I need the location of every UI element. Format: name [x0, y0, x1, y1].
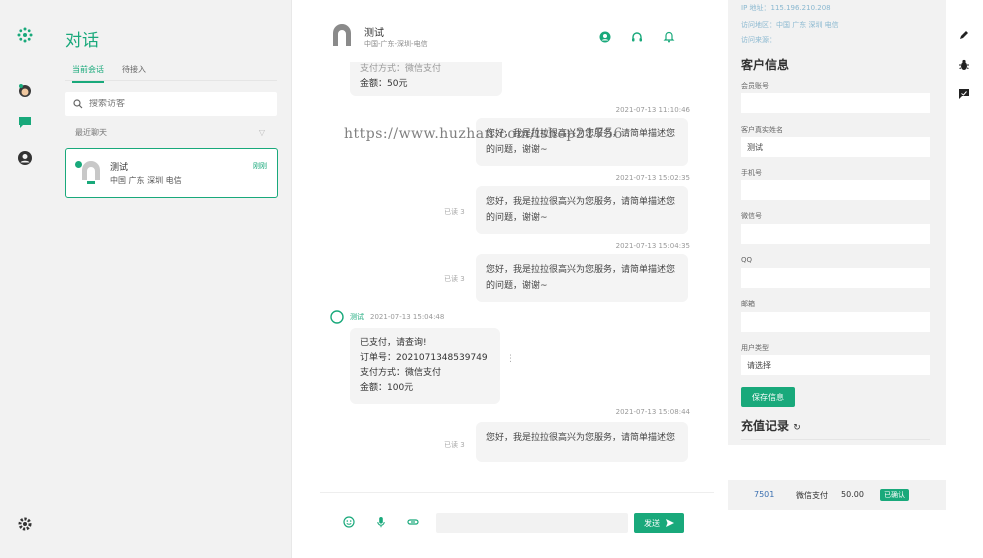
- bug-icon[interactable]: [956, 57, 972, 73]
- qq-field[interactable]: [741, 268, 930, 288]
- chat-header: 测试 中国-广东-深圳-电信: [292, 0, 722, 62]
- message-input-bar: 发送: [320, 492, 714, 536]
- wechat-field[interactable]: [741, 224, 930, 244]
- field-label: 邮箱: [741, 300, 755, 308]
- conversation-item[interactable]: 测试 中国 广东 深圳 电信 刚刚: [65, 148, 278, 198]
- user-avatar-icon: [330, 310, 344, 324]
- section-title-customer-info: 客户信息: [741, 58, 790, 72]
- message-time: 2021-07-13 15:08:44: [615, 408, 690, 416]
- avatar[interactable]: [14, 79, 36, 101]
- message-line: 支付方式：微信支付: [360, 64, 442, 74]
- email-field[interactable]: [741, 312, 930, 332]
- recharge-id[interactable]: 7501: [754, 490, 774, 499]
- recharge-title: 充值记录: [741, 419, 790, 433]
- chat-contact-name: 测试: [364, 28, 384, 39]
- field-label: QQ: [741, 256, 753, 264]
- search-icon: [73, 99, 83, 109]
- field-label: 微信号: [741, 212, 762, 220]
- message-time: 2021-07-13 15:04:48: [370, 313, 445, 321]
- conversation-list-panel: 对话 当前会话 待接入 最近聊天 ▽ 测试 中国 广东 深圳 电信 刚刚: [50, 0, 292, 558]
- message-bubble-outgoing: 您好，我是拉拉很高兴为您服务，请简单描述您: [476, 422, 688, 462]
- comment-icon[interactable]: [956, 86, 972, 102]
- chat-panel: 测试 中国-广东-深圳-电信 支付方式：微信支付 金额：50元 2021-07-…: [292, 0, 722, 558]
- recharge-method: 微信支付: [796, 491, 828, 500]
- conversation-time-badge: 刚刚: [253, 162, 267, 170]
- field-label: 手机号: [741, 169, 762, 177]
- recharge-amount: 50.00: [841, 490, 864, 499]
- message-input[interactable]: [436, 513, 628, 533]
- message-sender: 测试 2021-07-13 15:04:48: [330, 310, 444, 324]
- read-receipt: 已读 3: [444, 208, 465, 216]
- message-bubble-outgoing: 您好，我是拉拉很高兴为您服务，请简单描述您的问题，谢谢~: [476, 254, 688, 302]
- user-avatar-icon: [82, 161, 100, 184]
- send-button[interactable]: 发送: [634, 513, 684, 533]
- field-label: 客户真实姓名: [741, 126, 783, 134]
- conversation-name: 测试: [110, 163, 129, 173]
- profile-icon[interactable]: [598, 30, 612, 44]
- message-line: 已支付，请查询!: [360, 338, 427, 348]
- page-title: 对话: [65, 31, 99, 51]
- message-bubble-incoming: 已支付，请查询! 订单号：2021071348539749 支付方式：微信支付 …: [350, 328, 500, 404]
- recharge-record-row: 7501 微信支付 50.00 已确认: [728, 480, 946, 510]
- read-receipt: 已读 3: [444, 441, 465, 449]
- message-time: 2021-07-13 15:04:35: [615, 242, 690, 250]
- real-name-field[interactable]: [741, 137, 930, 157]
- save-info-button[interactable]: 保存信息: [741, 387, 795, 407]
- phone-field[interactable]: [741, 180, 930, 200]
- search-box: [65, 92, 277, 116]
- message-line: 金额：50元: [360, 79, 408, 89]
- user-avatar-icon: [333, 24, 351, 46]
- message-bubble-outgoing: 您好，我是拉拉很高兴为您服务，请简单描述您的问题，谢谢~: [476, 186, 688, 234]
- user-type-select[interactable]: 请选择: [741, 355, 930, 375]
- pencil-icon[interactable]: [956, 27, 972, 43]
- logo-icon: [14, 24, 36, 46]
- emoji-icon[interactable]: [342, 515, 356, 529]
- read-receipt: 已读 3: [444, 275, 465, 283]
- headset-icon[interactable]: [630, 30, 644, 44]
- send-icon: [666, 519, 674, 527]
- divider: [741, 439, 930, 440]
- message-time: 2021-07-13 15:02:35: [615, 174, 690, 182]
- chevron-down-icon[interactable]: ▽: [259, 128, 265, 137]
- settings-icon[interactable]: [14, 513, 36, 535]
- message-list: 支付方式：微信支付 金额：50元 2021-07-13 11:10:46 您好，…: [292, 62, 722, 486]
- field-label: 用户类型: [741, 344, 769, 352]
- message-line: 支付方式：微信支付: [360, 368, 442, 378]
- message-line: 订单号：2021071348539749: [360, 353, 488, 363]
- nav-rail: [0, 0, 50, 558]
- tool-strip: [950, 0, 983, 558]
- message-time: 2021-07-13 11:10:46: [615, 106, 690, 114]
- search-input[interactable]: [89, 99, 259, 109]
- moon-icon[interactable]: [14, 478, 36, 500]
- recent-chats-label: 最近聊天: [75, 128, 107, 137]
- divider: [65, 80, 277, 81]
- field-label: 会员账号: [741, 82, 769, 90]
- message-bubble-incoming: 支付方式：微信支付 金额：50元: [350, 62, 502, 96]
- conversation-location: 中国 广东 深圳 电信: [110, 176, 182, 185]
- visitor-source: 访问来源：: [741, 36, 776, 44]
- bell-icon[interactable]: [662, 30, 676, 44]
- user-icon[interactable]: [14, 147, 36, 169]
- send-button-label: 发送: [644, 518, 660, 528]
- chat-icon[interactable]: [14, 111, 36, 133]
- message-bubble-outgoing: 您好，我是拉拉很高兴为您服务，请简单描述您的问题，谢谢~: [476, 118, 688, 166]
- status-badge: 已确认: [880, 489, 909, 501]
- message-line: 金额：100元: [360, 383, 414, 393]
- sender-name: 测试: [350, 313, 364, 321]
- refresh-icon[interactable]: ↻: [793, 423, 801, 433]
- microphone-icon[interactable]: [374, 515, 388, 529]
- link-icon[interactable]: [406, 515, 420, 529]
- more-icon[interactable]: ⋮: [506, 354, 515, 364]
- chat-contact-location: 中国-广东-深圳-电信: [364, 40, 428, 48]
- visitor-region: 访问地区：中国 广东 深圳 电信: [741, 21, 839, 29]
- customer-info-panel: IP 地址：115.196.210.208 访问地区：中国 广东 深圳 电信 访…: [728, 0, 946, 445]
- member-account-field[interactable]: [741, 93, 930, 113]
- online-status-dot: [75, 161, 82, 168]
- visitor-ip: IP 地址：115.196.210.208: [741, 4, 831, 12]
- section-title-recharge: 充值记录 ↻: [741, 417, 801, 434]
